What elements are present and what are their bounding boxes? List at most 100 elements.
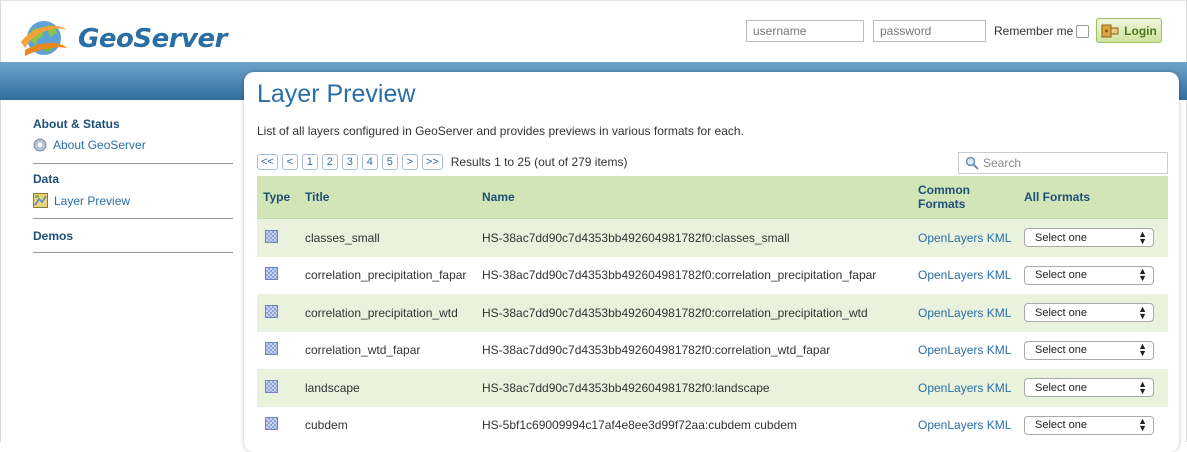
globe-logo-icon [21, 21, 67, 56]
column-header-title[interactable]: Title [299, 176, 476, 219]
search-input[interactable] [983, 156, 1153, 170]
format-select-value: Select one [1035, 344, 1087, 357]
name-cell: HS-38ac7dd90c7d4353bb492604981782f0:land… [476, 369, 912, 407]
type-cell [257, 218, 299, 257]
column-header-common-formats: Common Formats [912, 176, 1018, 219]
sidebar-item-label: Layer Preview [54, 193, 131, 208]
name-cell: HS-38ac7dd90c7d4353bb492604981782f0:clas… [476, 218, 912, 257]
type-cell [257, 294, 299, 332]
type-cell [257, 331, 299, 369]
type-cell [257, 256, 299, 294]
sidebar-section-about-status: About & Status [33, 117, 120, 131]
select-arrows-icon: ▲ ▼ [1138, 303, 1147, 321]
raster-layer-icon [265, 342, 278, 356]
sidebar-item-about-geoserver[interactable]: About GeoServer [33, 138, 146, 152]
pager-prev-button[interactable]: < [281, 154, 298, 170]
format-select[interactable]: Select one ▲ ▼ [1024, 340, 1154, 360]
name-cell: HS-38ac7dd90c7d4353bb492604981782f0:corr… [476, 331, 912, 369]
select-arrows-icon: ▲ ▼ [1138, 416, 1147, 434]
kml-link[interactable]: KML [987, 418, 1012, 432]
openlayers-link[interactable]: OpenLayers [918, 306, 983, 320]
pager-next-button[interactable]: > [401, 154, 418, 170]
all-formats-cell: Select one ▲ ▼ [1018, 218, 1168, 257]
common-formats-cell: OpenLayers KML [912, 218, 1018, 257]
common-formats-cell: OpenLayers KML [912, 294, 1018, 332]
title-cell: landscape [299, 369, 476, 407]
page-title: Layer Preview [257, 80, 416, 108]
kml-link[interactable]: KML [987, 343, 1012, 357]
sidebar-divider [33, 163, 233, 164]
column-header-all-formats: All Formats [1018, 176, 1168, 219]
common-formats-cell: OpenLayers KML [912, 256, 1018, 294]
title-cell: correlation_wtd_fapar [299, 331, 476, 369]
raster-layer-icon [265, 304, 278, 318]
kml-link[interactable]: KML [987, 381, 1012, 395]
geoserver-logo[interactable]: GeoServer [18, 14, 238, 62]
title-cell: classes_small [299, 218, 476, 257]
table-header-row: Type Title Name Common Formats All Forma… [257, 176, 1168, 219]
format-select[interactable]: Select one ▲ ▼ [1024, 265, 1154, 285]
name-cell: HS-5bf1c69009994c17af4e8ee3d99f72aa:cubd… [476, 406, 912, 444]
map-preview-icon [33, 193, 48, 208]
kml-link[interactable]: KML [987, 306, 1012, 320]
pager-page-3[interactable]: 3 [341, 154, 358, 170]
remember-me-label: Remember me [994, 24, 1074, 38]
raster-layer-icon [265, 267, 278, 281]
pager-page-2[interactable]: 2 [321, 154, 338, 170]
column-header-name[interactable]: Name [476, 176, 912, 219]
title-cell: correlation_precipitation_fapar [299, 256, 476, 294]
openlayers-link[interactable]: OpenLayers [918, 418, 983, 432]
openlayers-link[interactable]: OpenLayers [918, 268, 983, 282]
search-icon [965, 156, 979, 170]
common-formats-cell: OpenLayers KML [912, 406, 1018, 444]
pager-first-button[interactable]: << [257, 154, 278, 170]
format-select[interactable]: Select one ▲ ▼ [1024, 228, 1154, 248]
type-cell [257, 369, 299, 407]
type-cell [257, 406, 299, 444]
table-row: classes_small HS-38ac7dd90c7d4353bb49260… [257, 218, 1168, 257]
login-button[interactable]: Login [1096, 18, 1162, 43]
format-select[interactable]: Select one ▲ ▼ [1024, 378, 1154, 398]
openlayers-link[interactable]: OpenLayers [918, 231, 983, 245]
logo-wordmark: GeoServer [78, 24, 227, 54]
info-globe-icon [33, 138, 47, 152]
username-input[interactable] [746, 20, 864, 42]
select-arrows-icon: ▲ ▼ [1138, 228, 1147, 246]
pager-page-5[interactable]: 5 [381, 154, 398, 170]
select-arrows-icon: ▲ ▼ [1138, 378, 1147, 396]
all-formats-cell: Select one ▲ ▼ [1018, 369, 1168, 407]
sidebar-section-demos[interactable]: Demos [33, 229, 73, 243]
format-select-value: Select one [1035, 419, 1087, 432]
format-select-value: Select one [1035, 269, 1087, 282]
name-cell: HS-38ac7dd90c7d4353bb492604981782f0:corr… [476, 256, 912, 294]
column-header-type[interactable]: Type [257, 176, 299, 219]
format-select[interactable]: Select one ▲ ▼ [1024, 303, 1154, 323]
openlayers-link[interactable]: OpenLayers [918, 343, 983, 357]
pager-last-button[interactable]: >> [421, 154, 443, 170]
table-row: correlation_precipitation_fapar HS-38ac7… [257, 256, 1168, 294]
pagination: << < 1 2 3 4 5 > >> Results 1 to 25 (out… [257, 152, 627, 172]
kml-link[interactable]: KML [987, 231, 1012, 245]
pager-page-4[interactable]: 4 [361, 154, 378, 170]
pager-results-text: Results 1 to 25 (out of 279 items) [450, 155, 628, 169]
openlayers-link[interactable]: OpenLayers [918, 381, 983, 395]
page-description: List of all layers configured in GeoServ… [257, 124, 744, 138]
layers-table: Type Title Name Common Formats All Forma… [257, 176, 1168, 444]
table-row: landscape HS-38ac7dd90c7d4353bb492604981… [257, 369, 1168, 407]
format-select[interactable]: Select one ▲ ▼ [1024, 415, 1154, 435]
password-input[interactable] [873, 20, 986, 42]
sidebar-section-data: Data [33, 172, 60, 186]
format-select-value: Select one [1035, 231, 1087, 244]
raster-layer-icon [265, 229, 278, 243]
sidebar-item-layer-preview[interactable]: Layer Preview [33, 193, 130, 208]
remember-me-checkbox[interactable] [1076, 25, 1089, 38]
select-arrows-icon: ▲ ▼ [1138, 266, 1147, 284]
sidebar-item-label: About GeoServer [53, 138, 146, 152]
kml-link[interactable]: KML [987, 268, 1012, 282]
pager-page-1[interactable]: 1 [301, 154, 318, 170]
name-cell: HS-38ac7dd90c7d4353bb492604981782f0:corr… [476, 294, 912, 332]
table-row: cubdem HS-5bf1c69009994c17af4e8ee3d99f72… [257, 406, 1168, 444]
search-box [958, 152, 1168, 174]
login-button-label: Login [1124, 23, 1157, 38]
sidebar: About & Status About GeoServer Data Laye… [0, 100, 245, 442]
